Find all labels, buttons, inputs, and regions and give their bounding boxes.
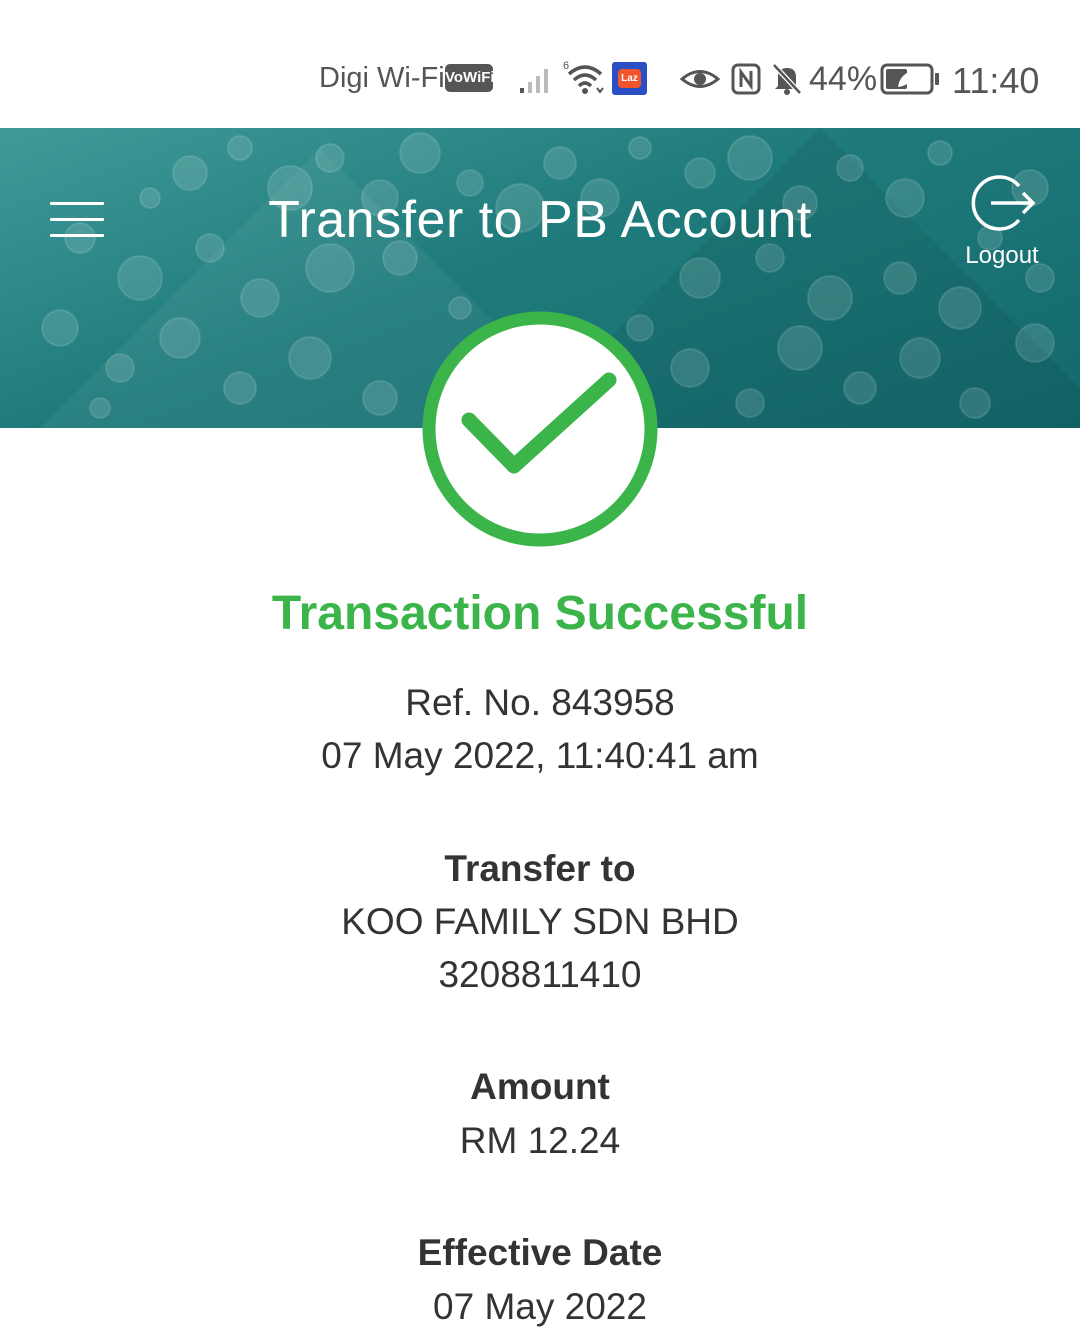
status-bar: Digi Wi-Fi VoWiFi 6 Laz 44% 11:40: [0, 0, 1080, 128]
transaction-status: Transaction Successful: [271, 587, 809, 640]
logout-label: Logout: [965, 242, 1039, 269]
bell-muted-icon: [772, 63, 802, 95]
transaction-datetime: 07 May 2022, 11:40:41 am: [321, 735, 759, 776]
logout-icon: [971, 175, 1036, 231]
logout-button[interactable]: Logout: [955, 170, 1049, 274]
transfer-to-label: Transfer to: [444, 848, 636, 889]
recipient-name: KOO FAMILY SDN BHD: [341, 901, 739, 942]
effective-date-value: 07 May 2022: [433, 1286, 647, 1327]
lazada-app-icon: Laz: [612, 62, 647, 95]
checkmark-success-icon: [422, 311, 658, 547]
svg-text:6: 6: [563, 60, 569, 72]
nfc-icon: [731, 63, 761, 95]
recipient-account: 3208811410: [438, 954, 642, 995]
wifi-icon: 6: [563, 60, 604, 94]
amount-label: Amount: [470, 1066, 610, 1107]
battery-percent: 44%: [809, 60, 878, 98]
vowifi-badge: VoWiFi: [445, 64, 495, 92]
signal-icon: [520, 69, 548, 93]
effective-date-label: Effective Date: [417, 1232, 663, 1273]
reference-number: Ref. No. 843958: [405, 682, 675, 723]
page-title: Transfer to PB Account: [268, 191, 812, 249]
battery-icon: [880, 63, 939, 95]
amount-value: RM 12.24: [459, 1120, 621, 1161]
carrier-label: Digi Wi-Fi: [319, 62, 445, 94]
eye-icon: [680, 70, 720, 88]
clock: 11:40: [952, 60, 1040, 101]
